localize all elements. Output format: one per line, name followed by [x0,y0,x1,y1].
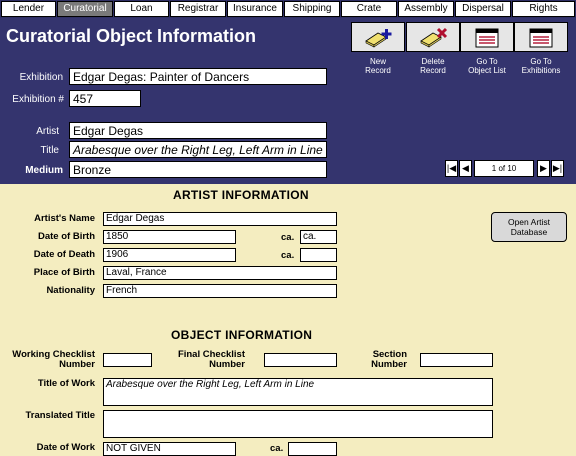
tab-dispersal[interactable]: Dispersal [455,1,511,17]
artists-name-field[interactable]: Edgar Degas [103,212,337,226]
date-of-work-ca-field[interactable] [288,442,337,456]
new-record-label: New Record [365,57,391,75]
translated-title-label: Translated Title [25,410,95,421]
working-checklist-number-label: Working Checklist Number [12,349,95,370]
working-checklist-number-field[interactable] [103,353,152,367]
date-of-death-label: Date of Death [33,249,95,260]
previous-record-button[interactable]: ◀ [459,160,472,177]
date-of-death-field[interactable]: 1906 [103,248,236,262]
go-to-exhibitions-button[interactable] [514,22,568,52]
artist-information-heading: ARTIST INFORMATION [173,188,309,202]
artist-label: Artist [36,126,59,137]
tab-registrar[interactable]: Registrar [170,1,226,17]
exhibition-label: Exhibition [19,72,63,83]
new-record-button[interactable] [351,22,405,52]
exhibitions-icon [529,28,553,48]
nationality-field[interactable]: French [103,284,337,298]
date-of-birth-label: Date of Birth [38,231,95,242]
delete-record-icon [420,27,448,48]
go-to-object-list-label: Go To Object List [468,57,506,75]
date-of-death-ca-label: ca. [281,250,295,261]
delete-record-button[interactable] [406,22,460,52]
last-record-button[interactable]: ▶| [551,160,564,177]
tab-insurance[interactable]: Insurance [227,1,283,17]
next-record-button[interactable]: ▶ [537,160,550,177]
go-to-object-list-button[interactable] [460,22,514,52]
medium-field[interactable]: Bronze [69,161,327,178]
record-counter: 1 of 10 [474,160,534,177]
place-of-birth-label: Place of Birth [33,267,95,278]
object-list-icon [475,28,499,48]
record-header: Curatorial Object Information New Record… [0,18,576,184]
exhibition-number-label: Exhibition # [12,94,64,105]
tab-lender[interactable]: Lender [1,1,56,17]
title-of-work-label: Title of Work [37,378,95,389]
date-of-work-label: Date of Work [36,442,95,453]
new-record-icon [365,29,392,48]
date-of-death-ca-field[interactable] [300,248,337,262]
medium-label: Medium [25,165,63,176]
first-record-button[interactable]: |◀ [445,160,458,177]
title-field[interactable]: Arabesque over the Right Leg, Left Arm i… [69,141,327,158]
section-number-field[interactable] [420,353,493,367]
final-checklist-number-label: Final Checklist Number [177,349,245,370]
date-of-birth-ca-field[interactable]: ca. [300,230,337,244]
section-number-label: Section Number [371,349,407,370]
place-of-birth-field[interactable]: Laval, France [103,266,337,280]
exhibition-number-field[interactable]: 457 [69,90,141,107]
date-of-birth-ca-label: ca. [281,232,295,243]
tab-shipping[interactable]: Shipping [284,1,340,17]
artist-field[interactable]: Edgar Degas [69,122,327,139]
title-label: Title [40,145,59,156]
artists-name-label: Artist's Name [34,213,95,224]
go-to-exhibitions-label: Go To Exhibitions [521,57,561,75]
nationality-label: Nationality [46,285,95,296]
exhibition-field[interactable]: Edgar Degas: Painter of Dancers [69,68,327,85]
tab-rights[interactable]: Rights [512,1,575,17]
translated-title-field[interactable] [103,410,493,438]
title-of-work-field[interactable]: Arabesque over the Right Leg, Left Arm i… [103,378,493,406]
page-title: Curatorial Object Information [6,26,257,46]
tab-crate[interactable]: Crate [341,1,397,17]
object-information-heading: OBJECT INFORMATION [171,328,313,342]
tab-curatorial[interactable]: Curatorial [57,1,113,17]
final-checklist-number-field[interactable] [264,353,337,367]
tab-loan[interactable]: Loan [114,1,169,17]
date-of-birth-field[interactable]: 1850 [103,230,236,244]
tab-assembly[interactable]: Assembly [398,1,454,17]
delete-record-label: Delete Record [420,57,446,75]
tab-bar: Lender Curatorial Loan Registrar Insuran… [0,0,576,18]
date-of-work-field[interactable]: NOT GIVEN [103,442,236,456]
open-artist-database-button[interactable]: Open Artist Database [491,212,567,242]
